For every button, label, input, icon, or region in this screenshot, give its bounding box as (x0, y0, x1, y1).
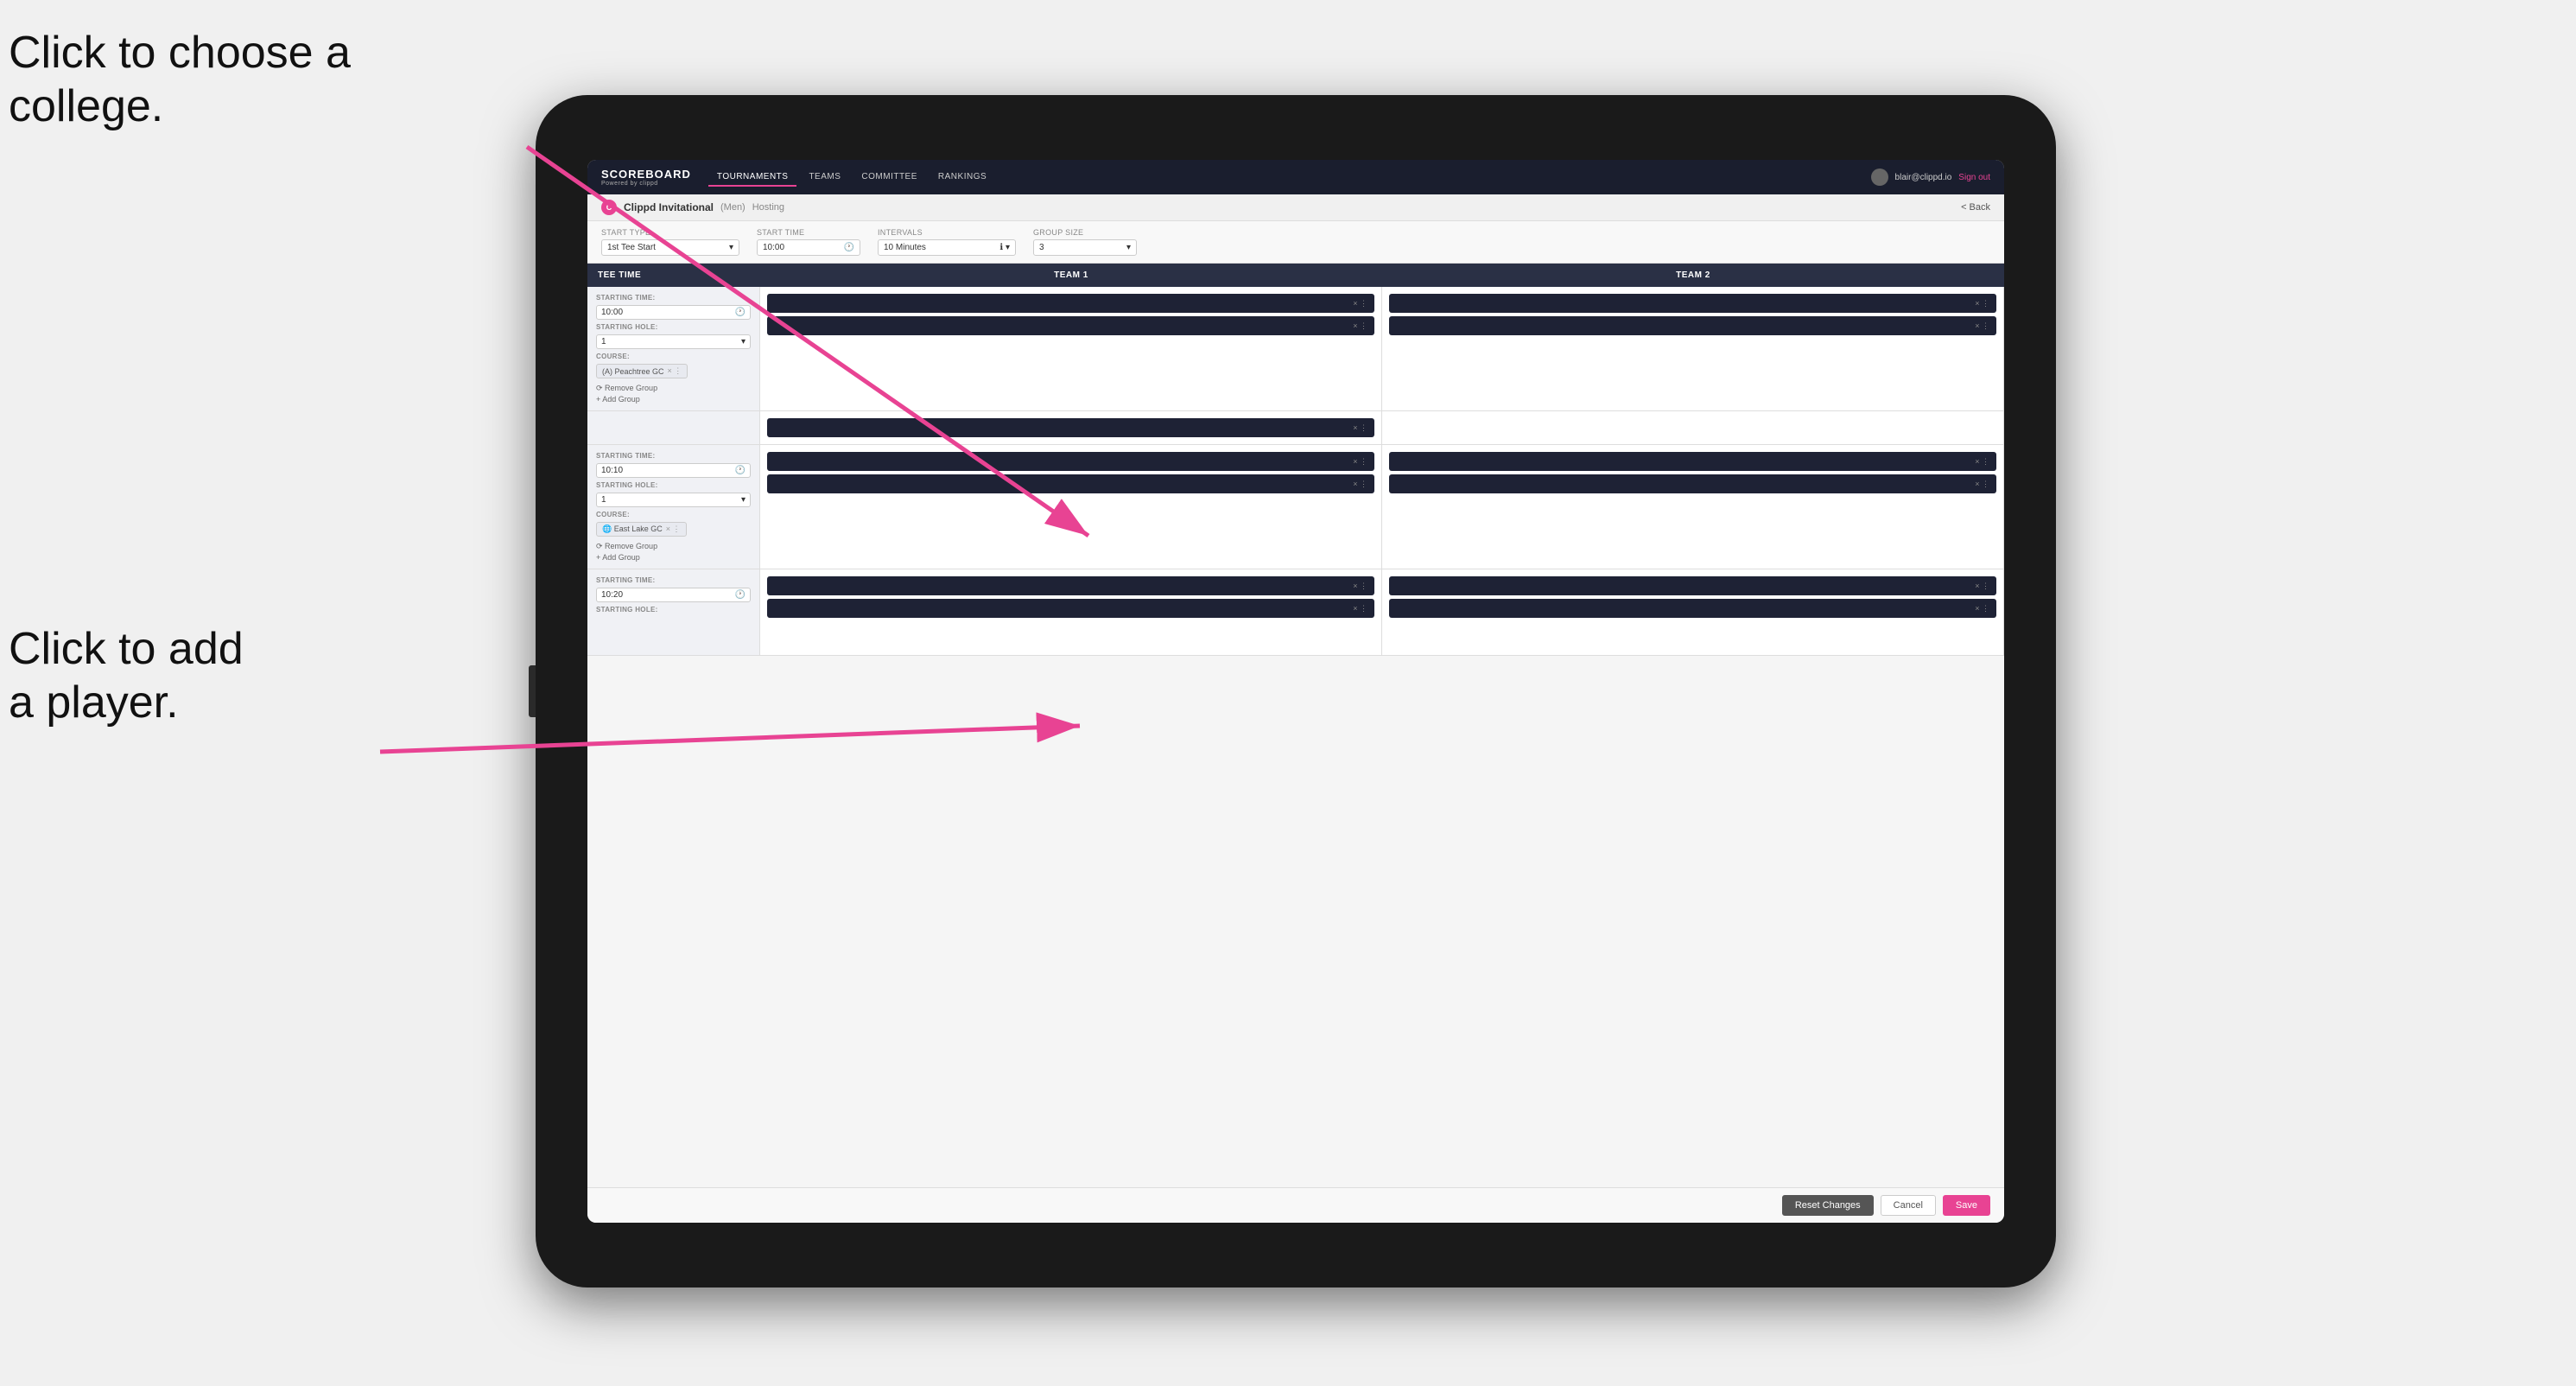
annotation-add-player: Click to add a player. (9, 622, 337, 730)
settings-bar: Start Type 1st Tee Start ▾ Start Time 10… (587, 221, 2004, 264)
remove-group-2[interactable]: ⟳ Remove Group (596, 542, 751, 551)
brand-sub: Powered by clippd (601, 181, 691, 187)
course-remove-1[interactable]: × ⋮ (668, 366, 682, 376)
nav-tab-committee[interactable]: COMMITTEE (853, 168, 926, 187)
starting-time-label-3: STARTING TIME: (596, 576, 751, 584)
player-slot[interactable]: × ⋮ (767, 576, 1374, 595)
gender-label: (Men) (720, 202, 746, 213)
team1-cell-2: × ⋮ × ⋮ (760, 445, 1382, 569)
user-email: blair@clippd.io (1895, 173, 1952, 182)
table-row: STARTING TIME: 10:00 🕐 STARTING HOLE: 1 … (587, 287, 2004, 411)
start-type-select[interactable]: 1st Tee Start ▾ (601, 239, 739, 256)
save-button[interactable]: Save (1943, 1195, 1990, 1216)
player-slot[interactable]: × ⋮ (1389, 576, 1996, 595)
cancel-button[interactable]: Cancel (1881, 1195, 1936, 1216)
team1-cell-3: × ⋮ × ⋮ (760, 569, 1382, 655)
tournament-title: Clippd Invitational (624, 201, 714, 213)
group-size-label: Group Size (1033, 228, 1137, 237)
course-remove-2[interactable]: × ⋮ (666, 525, 681, 534)
row-controls-1: STARTING TIME: 10:00 🕐 STARTING HOLE: 1 … (587, 287, 760, 410)
course-label-1: COURSE: (596, 353, 751, 360)
starting-time-label-1: STARTING TIME: (596, 294, 751, 302)
starting-time-input-2[interactable]: 10:10 🕐 (596, 463, 751, 478)
group-actions-2: ⟳ Remove Group + Add Group (596, 542, 751, 562)
start-time-label: Start Time (757, 228, 860, 237)
start-type-group: Start Type 1st Tee Start ▾ (601, 228, 739, 256)
player-slot[interactable]: × ⋮ (767, 452, 1374, 471)
team2-sub-cell (1382, 411, 2004, 444)
intervals-select[interactable]: 10 Minutes ℹ ▾ (878, 239, 1016, 256)
nav-tab-tournaments[interactable]: TOURNAMENTS (708, 168, 797, 187)
sub-row-controls (587, 411, 760, 444)
table-sub-row: × ⋮ (587, 411, 2004, 445)
clippd-logo: C (601, 200, 617, 215)
player-slot[interactable]: × ⋮ (767, 294, 1374, 313)
group-size-group: Group Size 3 ▾ (1033, 228, 1137, 256)
team1-cell-1: × ⋮ × ⋮ (760, 287, 1382, 410)
group-size-select[interactable]: 3 ▾ (1033, 239, 1137, 256)
player-slot[interactable]: × ⋮ (767, 599, 1374, 618)
intervals-label: Intervals (878, 228, 1016, 237)
group-actions-1: ⟳ Remove Group + Add Group (596, 384, 751, 404)
course-badge-2[interactable]: 🌐 East Lake GC × ⋮ (596, 522, 687, 537)
starting-time-input-1[interactable]: 10:00 🕐 (596, 305, 751, 320)
th-team1: Team 1 (760, 264, 1382, 287)
player-slot[interactable]: × ⋮ (767, 418, 1374, 437)
brand-title: SCOREBOARD (601, 168, 691, 181)
th-team2: Team 2 (1382, 264, 2004, 287)
start-time-group: Start Time 10:00 🕐 (757, 228, 860, 256)
row-controls-3: STARTING TIME: 10:20 🕐 STARTING HOLE: (587, 569, 760, 655)
reset-button[interactable]: Reset Changes (1782, 1195, 1874, 1216)
player-slot[interactable]: × ⋮ (767, 316, 1374, 335)
starting-time-input-3[interactable]: 10:20 🕐 (596, 588, 751, 602)
remove-group-1[interactable]: ⟳ Remove Group (596, 384, 751, 393)
player-slot[interactable]: × ⋮ (1389, 474, 1996, 493)
user-avatar (1871, 168, 1888, 186)
header-right: blair@clippd.io Sign out (1871, 168, 1990, 186)
player-slot[interactable]: × ⋮ (1389, 452, 1996, 471)
team2-cell-2: × ⋮ × ⋮ (1382, 445, 2004, 569)
app-container: SCOREBOARD Powered by clippd TOURNAMENTS… (587, 160, 2004, 1223)
start-type-label: Start Type (601, 228, 739, 237)
team2-cell-1: × ⋮ × ⋮ (1382, 287, 2004, 410)
team1-sub-cell: × ⋮ (760, 411, 1382, 444)
player-slot[interactable]: × ⋮ (1389, 599, 1996, 618)
tablet-shell: SCOREBOARD Powered by clippd TOURNAMENTS… (536, 95, 2056, 1287)
app-footer: Reset Changes Cancel Save (587, 1187, 2004, 1223)
back-button[interactable]: < Back (1961, 202, 1990, 213)
table-row: STARTING TIME: 10:10 🕐 STARTING HOLE: 1 … (587, 445, 2004, 569)
brand: SCOREBOARD Powered by clippd (601, 168, 691, 187)
starting-time-label-2: STARTING TIME: (596, 452, 751, 460)
starting-hole-label-3: STARTING HOLE: (596, 606, 751, 614)
nav-tabs: TOURNAMENTS TEAMS COMMITTEE RANKINGS (708, 168, 1871, 187)
course-label-2: COURSE: (596, 511, 751, 518)
starting-hole-label-1: STARTING HOLE: (596, 323, 751, 331)
nav-tab-rankings[interactable]: RANKINGS (930, 168, 995, 187)
sign-out-link[interactable]: Sign out (1958, 173, 1990, 182)
starting-hole-input-1[interactable]: 1 ▾ (596, 334, 751, 349)
course-badge-1[interactable]: (A) Peachtree GC × ⋮ (596, 364, 688, 378)
th-tee-time: Tee Time (587, 264, 760, 287)
breadcrumb-bar: C Clippd Invitational (Men) Hosting < Ba… (587, 194, 2004, 221)
player-slot[interactable]: × ⋮ (1389, 294, 1996, 313)
table-row: STARTING TIME: 10:20 🕐 STARTING HOLE: × … (587, 569, 2004, 656)
tablet-side-button (529, 665, 536, 717)
nav-tab-teams[interactable]: TEAMS (800, 168, 849, 187)
annotation-choose-college: Click to choose a college. (9, 26, 354, 134)
player-slot[interactable]: × ⋮ (767, 474, 1374, 493)
row-controls-2: STARTING TIME: 10:10 🕐 STARTING HOLE: 1 … (587, 445, 760, 569)
player-slot[interactable]: × ⋮ (1389, 316, 1996, 335)
intervals-group: Intervals 10 Minutes ℹ ▾ (878, 228, 1016, 256)
tablet-screen: SCOREBOARD Powered by clippd TOURNAMENTS… (587, 160, 2004, 1223)
app-header: SCOREBOARD Powered by clippd TOURNAMENTS… (587, 160, 2004, 194)
add-group-2[interactable]: + Add Group (596, 553, 751, 562)
add-group-1[interactable]: + Add Group (596, 395, 751, 404)
start-time-select[interactable]: 10:00 🕐 (757, 239, 860, 256)
hosting-label: Hosting (752, 202, 784, 213)
team2-cell-3: × ⋮ × ⋮ (1382, 569, 2004, 655)
starting-hole-input-2[interactable]: 1 ▾ (596, 493, 751, 507)
table-header: Tee Time Team 1 Team 2 (587, 264, 2004, 287)
main-content: STARTING TIME: 10:00 🕐 STARTING HOLE: 1 … (587, 287, 2004, 1187)
starting-hole-label-2: STARTING HOLE: (596, 481, 751, 489)
